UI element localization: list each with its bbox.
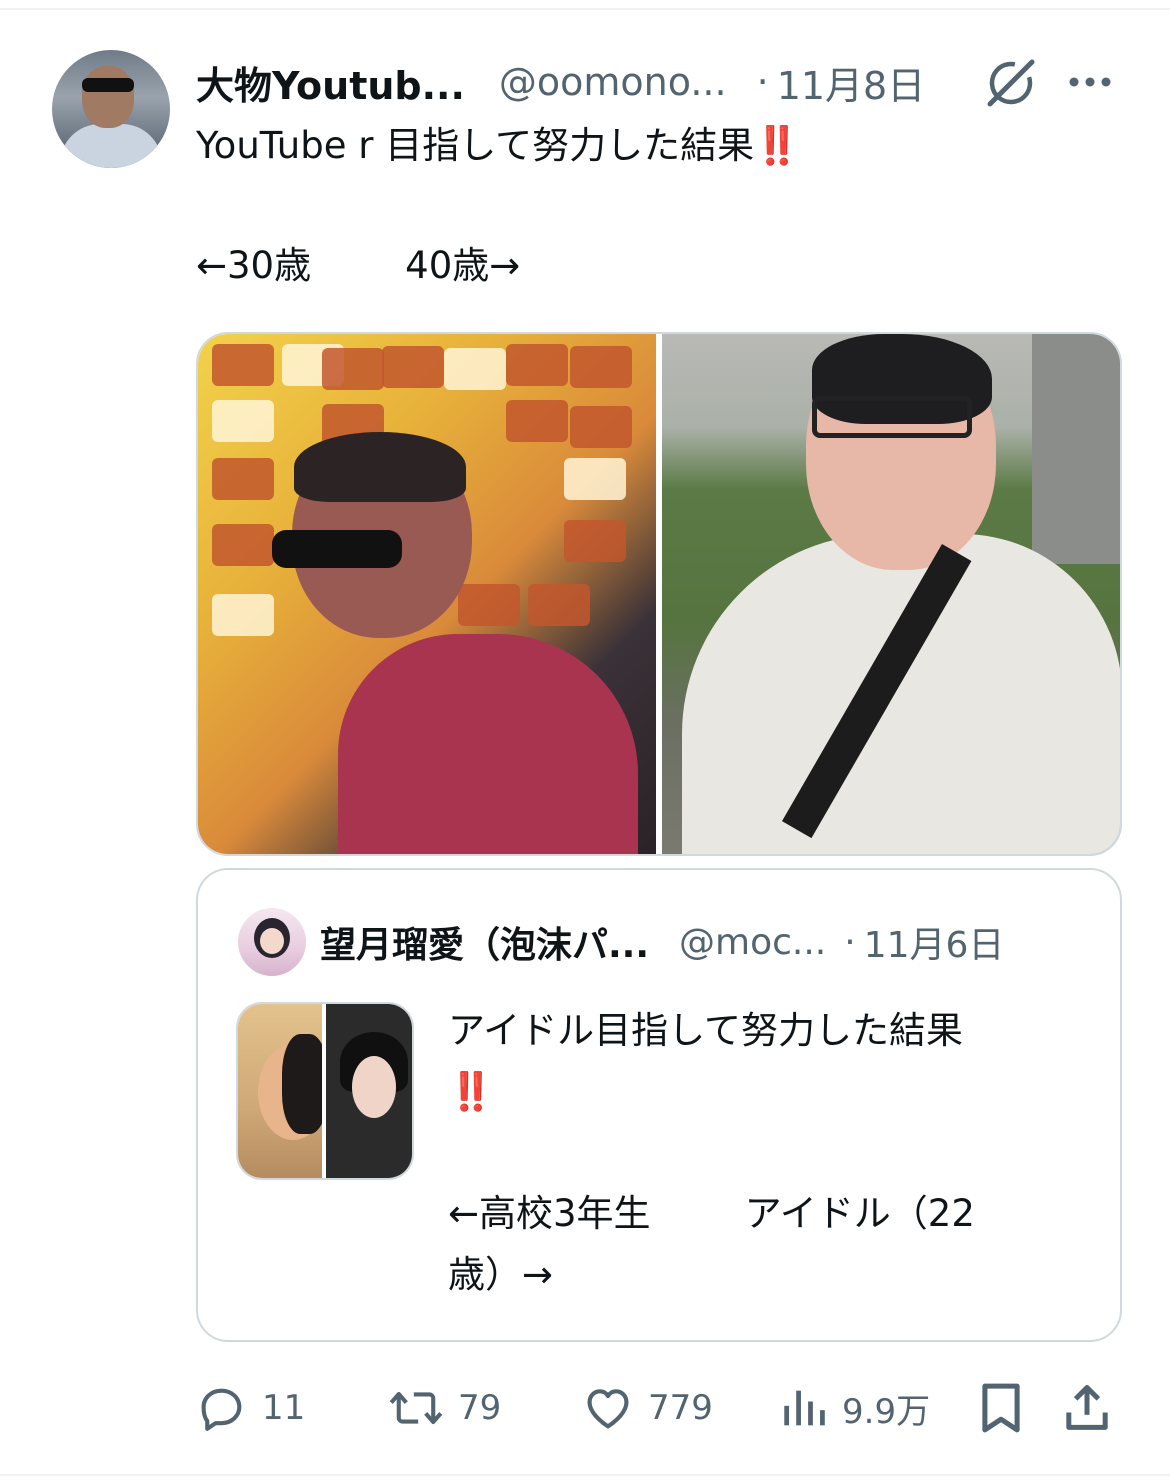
tweet-text: YouTube r 目指して努力した結果‼️ ←30歳 40歳→ <box>196 116 800 296</box>
grok-icon[interactable] <box>984 56 1038 110</box>
top-divider <box>0 8 1170 10</box>
quoted-media-thumbnail[interactable] <box>236 1002 414 1180</box>
tweet-text-line1: YouTube r 目指して努力した結果 <box>196 124 755 167</box>
tweet-header: 大物Youtub... @oomono... · 11月8日 <box>196 56 925 108</box>
reply-button[interactable]: 11 <box>196 1376 305 1440</box>
quoted-text: アイドル目指して努力した結果 ‼️ ←高校3年生 アイドル（22 歳）→ <box>448 1009 975 1296</box>
reply-icon <box>201 1388 242 1431</box>
views-count: 9.9万 <box>842 1391 931 1432</box>
reply-count: 11 <box>262 1388 306 1428</box>
quoted-date: 11月6日 <box>863 925 1005 966</box>
views-button[interactable]: 9.9万 <box>780 1376 930 1440</box>
repost-button[interactable]: 79 <box>388 1376 501 1440</box>
media-photo-left[interactable] <box>198 334 656 854</box>
author-handle[interactable]: @oomono... <box>499 60 727 104</box>
action-bar: 11 79 779 9.9万 <box>196 1376 1118 1440</box>
share-icon <box>1066 1385 1108 1430</box>
author-name[interactable]: 大物Youtub... <box>196 55 465 110</box>
tweet-media[interactable] <box>196 332 1122 856</box>
views-icon <box>784 1390 825 1426</box>
quoted-author-handle: @moc... <box>679 921 827 963</box>
bottom-divider <box>0 1474 1170 1476</box>
quoted-separator: · <box>844 921 856 963</box>
double-exclamation-emoji: ‼️ <box>448 1070 494 1113</box>
quoted-author-name: 望月瑠愛（泡沫パ... <box>320 925 650 966</box>
header-separator: · <box>756 60 769 104</box>
tweet-date[interactable]: 11月8日 <box>777 55 926 110</box>
tweet-text-line3: ←30歳 40歳→ <box>196 244 521 287</box>
double-exclamation-emoji: ‼️ <box>754 124 800 167</box>
bookmark-button[interactable] <box>978 1376 1024 1440</box>
like-button[interactable]: 779 <box>582 1376 713 1440</box>
author-avatar[interactable] <box>52 50 170 168</box>
quoted-author-avatar <box>238 908 306 976</box>
share-button[interactable] <box>1062 1376 1112 1440</box>
quoted-header: 望月瑠愛（泡沫パ... @moc... · 11月6日 <box>320 914 1004 970</box>
like-count: 779 <box>648 1388 713 1428</box>
quoted-tweet[interactable]: 望月瑠愛（泡沫パ... @moc... · 11月6日 アイドル目指して努力した… <box>196 868 1122 1342</box>
repost-count: 79 <box>458 1388 502 1428</box>
like-icon <box>587 1389 629 1429</box>
bookmark-icon <box>982 1383 1020 1433</box>
more-icon[interactable] <box>1066 62 1114 102</box>
media-photo-right[interactable] <box>662 334 1120 854</box>
repost-icon <box>389 1391 443 1425</box>
